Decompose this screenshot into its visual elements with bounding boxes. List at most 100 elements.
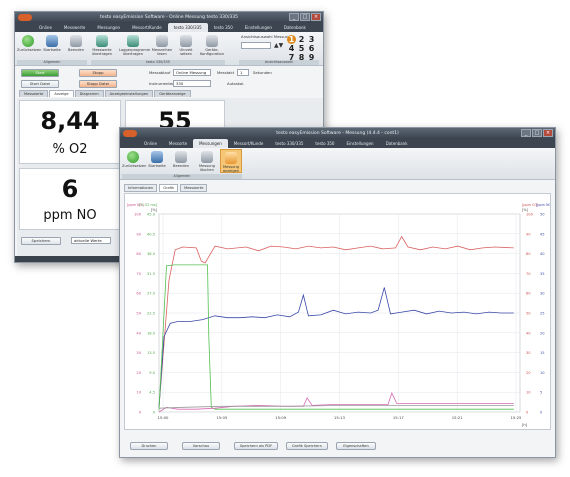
y-tick-left-a: 70 xyxy=(136,272,141,276)
close-icon[interactable]: × xyxy=(543,129,553,137)
values-dropdown[interactable]: aktuelle Werte xyxy=(71,237,111,244)
numpad-3[interactable]: 3 xyxy=(307,35,316,44)
y-tick-left-a: 10 xyxy=(136,391,141,395)
back-menu-testo350[interactable]: testo 350 xyxy=(208,23,239,32)
arrow-icon[interactable]: ▲▼ xyxy=(274,42,283,49)
stop-button[interactable]: Stopp xyxy=(79,69,117,77)
subtab-grafik[interactable]: Grafik xyxy=(159,184,179,192)
back-menu-messort[interactable]: Messort/Kunde xyxy=(126,23,168,32)
print-button[interactable]: Drucken xyxy=(130,442,168,450)
start-button[interactable]: Start xyxy=(21,69,59,77)
back-menu-testo330[interactable]: testo 330/335 xyxy=(167,23,208,32)
front-menu-messorte[interactable]: Messorte xyxy=(163,139,193,148)
numpad-4[interactable]: 4 xyxy=(287,44,296,53)
properties-button[interactable]: Eigenschaften xyxy=(336,442,376,450)
tab-diagramm[interactable]: Diagramm xyxy=(74,90,104,97)
line-chart[interactable]: 0 0 0 0 10 4.5 10 5 20 9.0 20 10 30 13.5 30 15 40 18.0 40 2… xyxy=(125,194,555,429)
y-tick-right-b: 50 xyxy=(540,213,545,217)
y-tick-right-a: 0 xyxy=(526,411,529,415)
subtab-informationen[interactable]: Informationen xyxy=(124,184,158,192)
back-ribbon: Zurücksetzen Startseite Beenden Messwert… xyxy=(15,32,323,66)
logger-icon xyxy=(127,35,139,47)
front-home-button[interactable]: Startseite xyxy=(146,151,168,168)
front-menu-einstellungen[interactable]: Einstellungen xyxy=(340,139,379,148)
back-menu-datenbank[interactable]: Datenbank xyxy=(278,23,312,32)
tab-geraeteanzeige[interactable]: Geräteanzeige xyxy=(154,90,191,97)
close-icon[interactable]: × xyxy=(311,13,321,21)
reset-button[interactable]: Zurücksetzen xyxy=(17,35,41,52)
device-icon xyxy=(96,35,108,47)
y-tick-right-b: 15 xyxy=(540,351,545,355)
y-tick-left-a: 40 xyxy=(136,331,141,335)
minimize-icon[interactable]: _ xyxy=(289,13,299,21)
device-config-button[interactable]: Geräte-Konfiguration xyxy=(199,35,225,56)
y-tick-right-a: 40 xyxy=(526,331,531,335)
y-tick-left-a: 20 xyxy=(136,371,141,375)
view-select-field[interactable] xyxy=(241,42,271,49)
set-time-button[interactable]: Uhrzeit setzen xyxy=(175,35,197,56)
testo-logo-front xyxy=(123,130,137,137)
y-tick-left-b: 36.0 xyxy=(147,252,156,256)
x-tick-label: 15:17 xyxy=(393,415,405,420)
front-menu-datenbank[interactable]: Datenbank xyxy=(380,139,414,148)
start-file-button[interactable]: Start Datei xyxy=(21,80,59,88)
stop-file-button[interactable]: Stopp Datei xyxy=(79,80,117,88)
y-tick-right-b: 25 xyxy=(540,312,545,316)
back-title-bar: testo easyEmission Software - Online Mes… xyxy=(15,12,323,23)
transfer-logger-button[interactable]: Loggerprogramm übertragen xyxy=(119,35,150,56)
messablauf-select[interactable]: Online Messung xyxy=(173,69,211,76)
home-button[interactable]: Startseite xyxy=(41,35,63,52)
tile-o2-unit: % O2 xyxy=(52,142,88,157)
tab-anzeige[interactable]: Anzeige xyxy=(49,90,74,97)
subtab-messwerte[interactable]: Messwerte xyxy=(180,184,208,192)
front-menu-testo350[interactable]: testo 350 xyxy=(309,139,340,148)
transfer-values-button[interactable]: Messwerte übertragen xyxy=(91,35,113,56)
value-tile-no: 6 ppm NO xyxy=(19,168,121,230)
back-menu-einstellungen[interactable]: Einstellungen xyxy=(239,23,278,32)
front-menu-messort[interactable]: Messort/Kunde xyxy=(228,139,270,148)
exit-button[interactable]: Beenden xyxy=(65,35,87,52)
y-tick-right-b: 0 xyxy=(540,411,543,415)
numpad-5[interactable]: 5 xyxy=(297,44,306,53)
numpad-2[interactable]: 2 xyxy=(297,35,306,44)
series-icon xyxy=(156,35,168,47)
y-tick-left-b: 27.0 xyxy=(147,292,156,296)
front-exit-button[interactable]: Beenden xyxy=(170,151,192,168)
seconds-label: Sekunden xyxy=(253,70,272,75)
testo-logo xyxy=(18,14,32,21)
save-button[interactable]: Speichern xyxy=(21,237,61,245)
front-menu-messungen[interactable]: Messungen xyxy=(193,139,228,148)
read-series-button[interactable]: Messreihen lesen xyxy=(151,35,173,56)
front-menu-online[interactable]: Online xyxy=(138,139,163,148)
y-tick-left-b: 40.5 xyxy=(147,232,155,236)
home-icon xyxy=(46,35,58,47)
y-tick-right-a: 20 xyxy=(526,371,531,375)
view-numpad: 1 2 3 4 5 6 7 8 9 xyxy=(287,35,316,62)
delete-measurement-button[interactable]: Messung löschen xyxy=(196,151,218,172)
save-graphic-button[interactable]: Grafik Speichern xyxy=(286,442,328,450)
maximize-icon[interactable]: □ xyxy=(300,13,310,21)
maximize-icon[interactable]: □ xyxy=(532,129,542,137)
show-measurement-button[interactable]: Messung anzeigen xyxy=(220,149,242,173)
numpad-1[interactable]: 1 xyxy=(287,35,296,44)
y-tick-left-a: 30 xyxy=(136,351,141,355)
tab-messwerte[interactable]: Messwerte xyxy=(19,90,49,97)
save-pdf-button[interactable]: Speichern als PDF xyxy=(234,442,278,450)
group-allgemein: Allgemein xyxy=(17,60,87,65)
numpad-6[interactable]: 6 xyxy=(307,44,316,53)
back-menu-messungen[interactable]: Messungen xyxy=(91,23,126,32)
y-tick-right-b: 35 xyxy=(540,272,545,276)
front-reset-button[interactable]: Zurücksetzen xyxy=(122,151,146,168)
preview-button[interactable]: Vorschau xyxy=(182,442,220,450)
instrument-select[interactable]: 330 xyxy=(173,80,211,87)
tile-o2-value: 8,44 xyxy=(40,107,100,135)
back-menu-online[interactable]: Online xyxy=(33,23,58,32)
back-menu-messwerte[interactable]: Messwerte xyxy=(58,23,92,32)
y-tick-right-b: 30 xyxy=(540,292,545,296)
tab-anzeigeeinstellungen[interactable]: Anzeigeeinstellungen xyxy=(104,90,154,97)
back-panel-tabs: Messwerte Anzeige Diagramm Anzeigeeinste… xyxy=(19,90,191,97)
front-menu-testo330[interactable]: testo 330/335 xyxy=(269,139,309,148)
minimize-icon[interactable]: _ xyxy=(521,129,531,137)
messtakt-field[interactable]: 1 xyxy=(237,69,249,76)
y-tick-left-b: 18.0 xyxy=(147,331,156,335)
